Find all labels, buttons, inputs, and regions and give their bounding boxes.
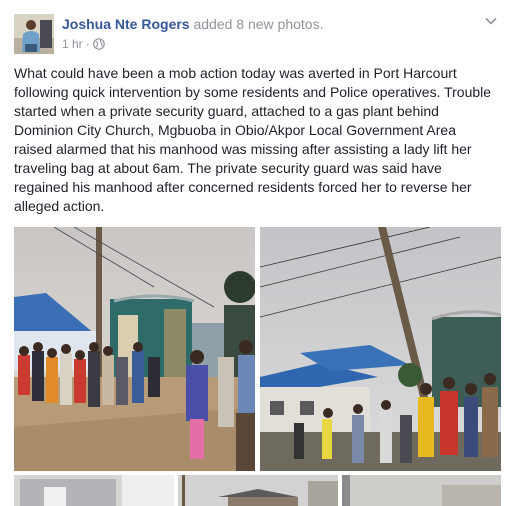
author-name-link[interactable]: Joshua Nte Rogers <box>62 16 190 32</box>
post-timestamp[interactable]: 1 hr <box>62 37 83 51</box>
meta-separator: · <box>85 37 90 51</box>
post-photo-3[interactable] <box>14 475 174 506</box>
post-body-text: What could have been a mob action today … <box>14 65 492 214</box>
chevron-down-icon[interactable] <box>484 14 498 28</box>
post-photo-1[interactable] <box>14 227 255 471</box>
post-action-text: added 8 new photos. <box>193 16 324 32</box>
facebook-post: Joshua Nte Rogers added 8 new photos. 1 … <box>0 0 506 506</box>
post-header: Joshua Nte Rogers added 8 new photos. <box>62 15 323 33</box>
globe-icon[interactable] <box>92 38 105 50</box>
author-avatar[interactable] <box>14 14 54 54</box>
post-photo-2[interactable] <box>260 227 501 471</box>
post-meta: 1 hr · <box>62 36 105 52</box>
post-photo-5[interactable] <box>342 475 501 506</box>
post-photo-4[interactable] <box>178 475 338 506</box>
